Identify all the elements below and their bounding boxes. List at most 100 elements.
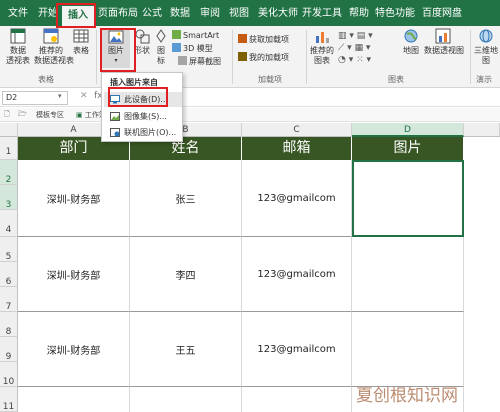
name-box-dropdown-icon[interactable]: ▾ (58, 92, 62, 100)
table-cell-empty[interactable] (18, 387, 130, 412)
3d-map-button[interactable]: 三维地 图 (474, 28, 498, 66)
table-icon (73, 29, 89, 43)
table-cell-department[interactable]: 深圳-财务部 (18, 160, 130, 237)
chart-types-gallery[interactable]: ▥ ▾ ▤ ▾ ⟋ ▾ ▦ ▾ ◔ ▾ ⁙ ▾ (338, 30, 398, 66)
table-cell-email[interactable]: 123@gmailcom (242, 312, 352, 387)
group-separator (232, 30, 233, 84)
pivot-chart-button[interactable]: 数据透视图 (424, 28, 464, 56)
recommended-charts-label: 推荐的 图表 (310, 46, 334, 65)
table-cell-empty[interactable] (130, 387, 242, 412)
watermark: 夏创根知识网 (356, 386, 458, 406)
excel-icon: ▣ (76, 111, 83, 119)
column-chart-icon[interactable]: ▥ ▾ (338, 31, 354, 41)
tab-help[interactable]: 帮助 (349, 5, 369, 23)
online-picture-icon (110, 128, 120, 137)
screenshot-button[interactable]: 屏幕截图 (178, 56, 221, 67)
recommended-pivot-button[interactable]: 推荐的 数据透视表 (34, 28, 74, 66)
tab-data[interactable]: 数据 (170, 5, 190, 23)
tab-formulas[interactable]: 公式 (142, 5, 162, 23)
tab-baidu-netdisk[interactable]: 百度网盘 (422, 5, 462, 23)
smartart-icon (172, 30, 181, 39)
table-cell-department[interactable]: 深圳-财务部 (18, 312, 130, 387)
table-cell-name[interactable]: 张三 (130, 160, 242, 237)
image-set-icon (110, 112, 120, 121)
statistic-chart-icon[interactable]: ▦ ▾ (355, 43, 371, 53)
group-addins-label: 加载项 (258, 75, 282, 84)
menu-item-online-pictures[interactable]: 联机图片(O)... (104, 125, 182, 140)
row-header-7[interactable]: 7 (0, 287, 18, 312)
my-addins-label: 我的加载项 (249, 53, 289, 62)
table-cell-picture[interactable] (352, 312, 464, 387)
file-icon[interactable]: 🗋 (4, 110, 10, 121)
workbook-strip: 🗋 🗁 模板专区 ▣ 工作簿 (0, 108, 500, 122)
scatter-chart-icon[interactable]: ⁙ ▾ (356, 55, 371, 65)
table-cell-email[interactable]: 123@gmailcom (242, 160, 352, 237)
icons-button[interactable]: 图 标 (154, 28, 168, 66)
formula-bar: D2 ▾ ✕ fx (0, 89, 500, 107)
pie-chart-icon[interactable]: ◔ ▾ (338, 55, 353, 65)
tab-features[interactable]: 特色功能 (375, 5, 415, 23)
recommended-pivot-icon (43, 28, 59, 44)
row-header-6[interactable]: 6 (0, 262, 18, 287)
row-header-9[interactable]: 9 (0, 337, 18, 362)
group-separator (306, 30, 307, 84)
cancel-icon[interactable]: ✕ (80, 91, 88, 101)
menu-item-online-pictures-label: 联机图片(O)... (124, 128, 177, 137)
tab-beautify[interactable]: 美化大师 (258, 5, 298, 23)
3d-model-button[interactable]: 3D 模型 (172, 43, 213, 54)
recommended-charts-button[interactable]: 推荐的 图表 (310, 28, 334, 66)
row-header-2[interactable]: 2 (0, 160, 18, 185)
recommended-charts-icon (316, 32, 329, 43)
row-header-3[interactable]: 3 (0, 185, 18, 210)
group-separator (96, 30, 97, 84)
highlight-box-insert-tab (56, 3, 96, 28)
smartart-button[interactable]: SmartArt (172, 30, 219, 41)
select-all-corner[interactable] (0, 123, 18, 137)
row-header-10[interactable]: 10 (0, 362, 18, 387)
header-cell-picture[interactable]: 图片 (352, 137, 464, 160)
column-header-c[interactable]: C (242, 123, 352, 137)
row-header-5[interactable]: 5 (0, 237, 18, 262)
group-charts-label: 图表 (388, 75, 404, 84)
tab-view[interactable]: 视图 (229, 5, 249, 23)
my-addins-button[interactable]: 我的加载项 (238, 52, 289, 63)
globe-icon (479, 29, 493, 43)
table-cell-email[interactable]: 123@gmailcom (242, 237, 352, 312)
column-header-e[interactable] (464, 123, 500, 137)
tab-review[interactable]: 审阅 (200, 5, 220, 23)
hierarchy-chart-icon[interactable]: ▤ ▾ (357, 31, 373, 41)
tab-home[interactable]: 开始 (38, 5, 58, 23)
tab-developer[interactable]: 开发工具 (302, 5, 342, 23)
line-chart-icon[interactable]: ⟋ ▾ (338, 43, 352, 53)
table-button[interactable]: 表格 (70, 28, 92, 56)
table-cell-picture[interactable] (352, 237, 464, 312)
template-tab[interactable]: 模板专区 (36, 110, 64, 120)
row-header-11[interactable]: 11 (0, 387, 18, 412)
table-cell-name[interactable]: 王五 (130, 312, 242, 387)
menu-item-image-set-label: 图像集(S)... (124, 112, 167, 121)
folder-icon[interactable]: 🗁 (18, 110, 27, 121)
insert-picture-dropdown: 插入图片来自 此设备(D)... 图像集(S)... 联机图片(O)... (101, 72, 183, 142)
menu-item-image-set[interactable]: 图像集(S)... (104, 109, 182, 124)
maps-label: 地图 (403, 46, 419, 55)
tab-file[interactable]: 文件 (8, 5, 28, 23)
row-header-8[interactable]: 8 (0, 312, 18, 337)
screenshot-label: 屏幕截图 (189, 57, 221, 66)
maps-button[interactable]: 地图 (400, 28, 422, 56)
header-cell-email[interactable]: 邮箱 (242, 137, 352, 160)
3d-model-label: 3D 模型 (183, 44, 213, 53)
table-cell-empty[interactable] (242, 387, 352, 412)
table-cell-picture-selected[interactable] (352, 160, 464, 237)
group-tables-label: 表格 (38, 75, 54, 84)
get-addins-button[interactable]: 获取加载项 (238, 34, 289, 45)
tab-page-layout[interactable]: 页面布局 (98, 5, 138, 23)
row-header-1[interactable]: 1 (0, 137, 18, 160)
column-header-d[interactable]: D (352, 123, 464, 137)
ribbon-insert: 数据 透视表 推荐的 数据透视表 表格 表格 图片 ▾ 形状 图 标 Smart… (0, 26, 500, 88)
row-header-4[interactable]: 4 (0, 210, 18, 237)
table-cell-name[interactable]: 李四 (130, 237, 242, 312)
3d-map-label: 三维地 图 (474, 46, 498, 65)
smartart-label: SmartArt (183, 31, 220, 40)
table-cell-department[interactable]: 深圳-财务部 (18, 237, 130, 312)
pivot-table-button[interactable]: 数据 透视表 (4, 28, 32, 66)
